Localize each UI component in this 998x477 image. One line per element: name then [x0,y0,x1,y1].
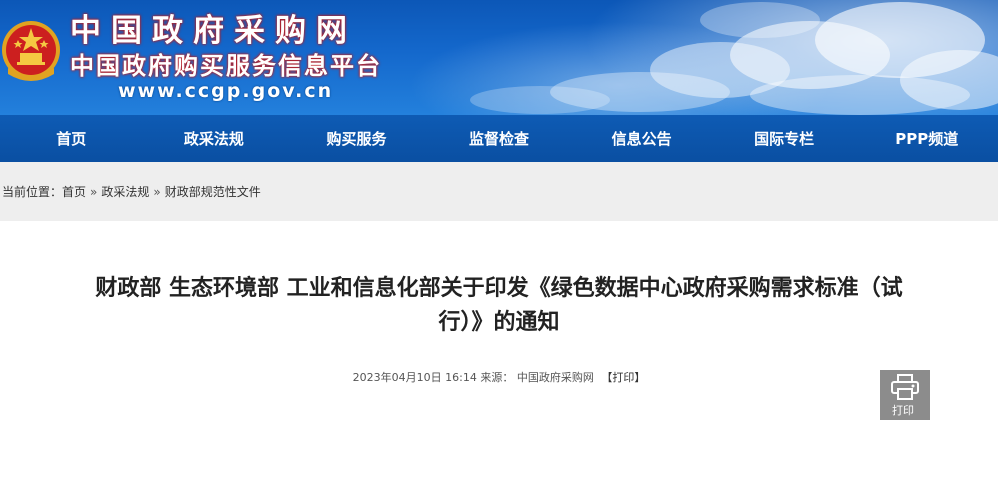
article-title-line1: 财政部 生态环境部 工业和信息化部关于印发《绿色数据中心政府采购需求标准（试 [95,276,903,301]
nav-item-purchase-services[interactable]: 购买服务 [285,115,428,162]
article-title: 财政部 生态环境部 工业和信息化部关于印发《绿色数据中心政府采购需求标准（试 行… [0,272,998,340]
article-source-label: 来源： [480,371,514,384]
article-datetime: 2023年04月10日 16:14 [352,371,477,384]
nav-item-announcements[interactable]: 信息公告 [570,115,713,162]
breadcrumb: 当前位置： 首页 » 政采法规 » 财政部规范性文件 [0,162,998,221]
article-title-line2: 行）》的通知 [438,310,560,335]
nav-item-ppp[interactable]: PPP频道 [855,115,998,162]
nav-item-international[interactable]: 国际专栏 [713,115,856,162]
site-url: www.ccgp.gov.cn [118,80,334,102]
breadcrumb-regulations[interactable]: 政采法规 [101,183,149,200]
nav-item-supervision[interactable]: 监督检查 [428,115,571,162]
article-source: 中国政府采购网 [516,371,594,384]
breadcrumb-separator: » [153,184,161,199]
breadcrumb-separator: » [90,184,98,199]
article-meta: 2023年04月10日 16:14 来源： 中国政府采购网 【打印】 [0,369,998,385]
nav-item-regulations[interactable]: 政采法规 [143,115,286,162]
breadcrumb-home[interactable]: 首页 [62,183,86,200]
printer-icon [891,374,919,400]
breadcrumb-current[interactable]: 财政部规范性文件 [165,183,261,200]
national-emblem-icon [2,21,60,81]
site-subtitle: 中国政府购买服务信息平台 [70,52,382,80]
main-nav: 首页 政采法规 购买服务 监督检查 信息公告 国际专栏 PPP频道 [0,115,998,162]
header-banner: 中国政府采购网 中国政府购买服务信息平台 www.ccgp.gov.cn [0,0,998,115]
nav-item-home[interactable]: 首页 [0,115,143,162]
print-link[interactable]: 【打印】 [601,371,645,384]
breadcrumb-prefix: 当前位置： [2,185,63,199]
print-button[interactable]: 打印 [880,370,930,420]
print-button-label: 打印 [892,404,914,417]
site-title: 中国政府采购网 [70,13,357,49]
